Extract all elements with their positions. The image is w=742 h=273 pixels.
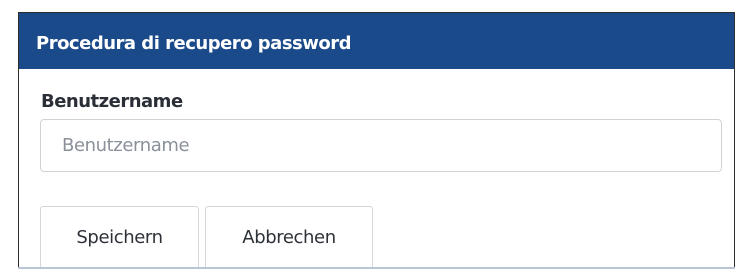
save-button[interactable]: Speichern — [40, 206, 199, 269]
password-recovery-panel: Procedura di recupero password Benutzern… — [18, 12, 735, 269]
cancel-button[interactable]: Abbrechen — [205, 206, 373, 269]
panel-title: Procedura di recupero password — [36, 33, 352, 54]
panel-bottom-border — [18, 267, 735, 269]
panel-header: Procedura di recupero password — [19, 13, 734, 69]
username-input[interactable] — [40, 119, 722, 172]
username-label: Benutzername — [41, 91, 183, 112]
